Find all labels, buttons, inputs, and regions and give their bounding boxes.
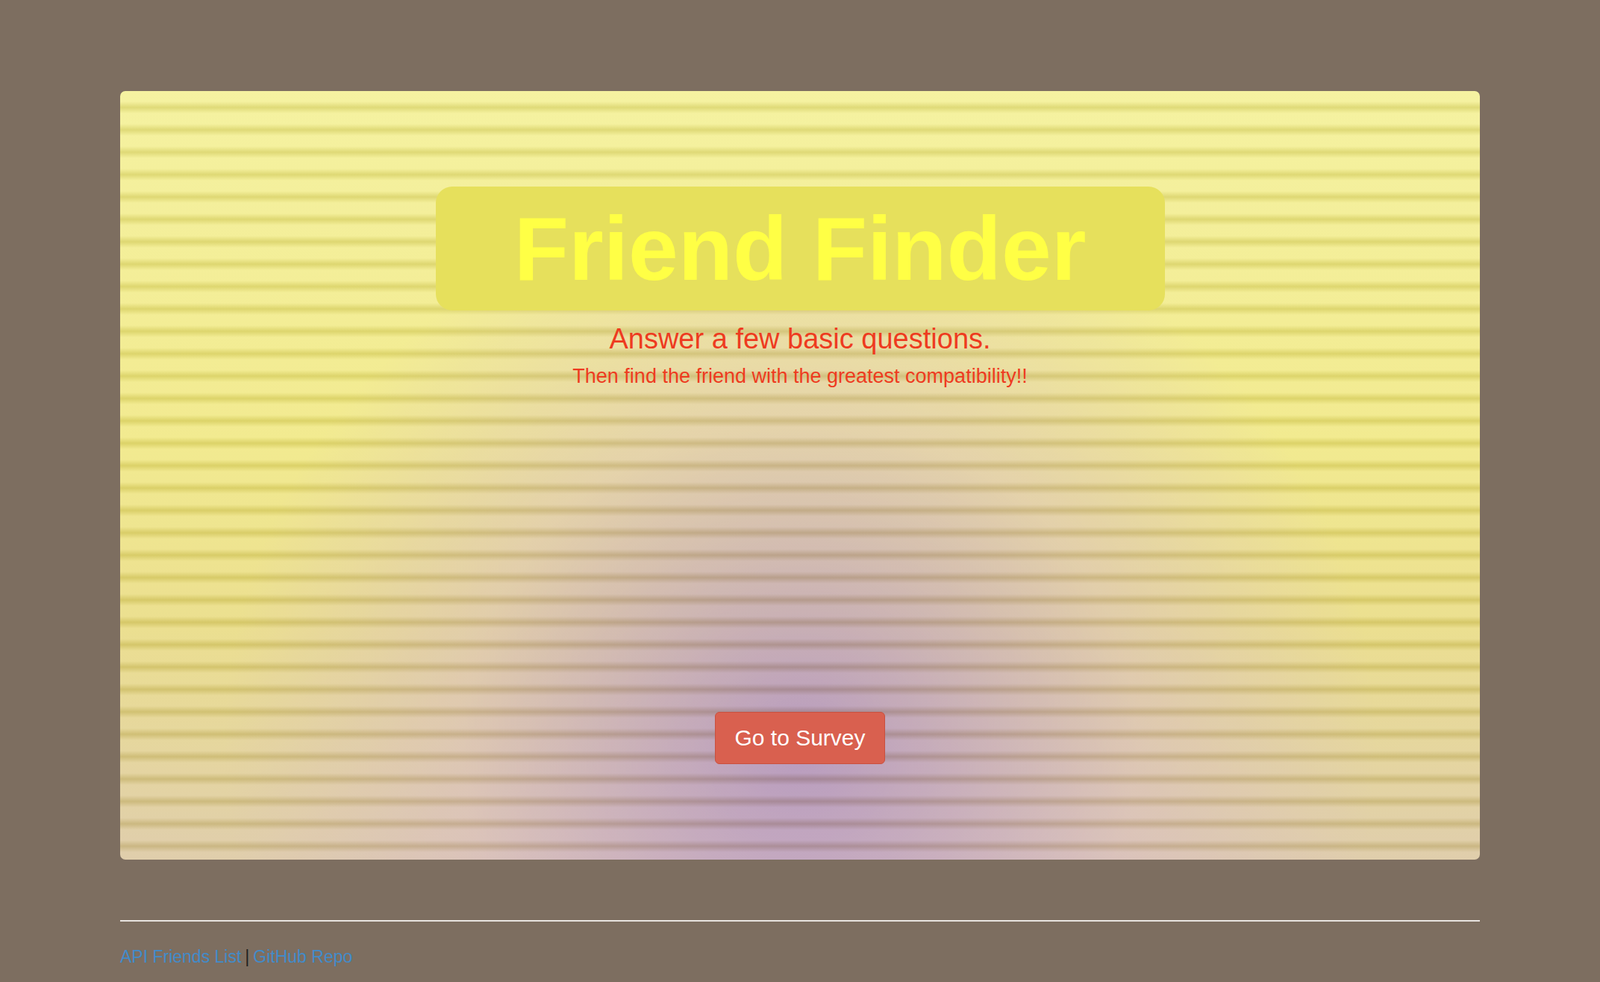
container: Friend Finder Answer a few basic question… bbox=[120, 91, 1480, 968]
hero-photo: Friend Finder Answer a few basic question… bbox=[120, 91, 1480, 860]
footer-link[interactable]: GitHub Repo bbox=[252, 947, 353, 968]
title: Friend Finder bbox=[514, 199, 1087, 298]
footer-separator: | bbox=[244, 947, 250, 968]
subtitle: Answer a few basic questions. bbox=[608, 320, 991, 358]
footer-rule bbox=[120, 920, 1480, 922]
footer: API Friends List|GitHub Repo bbox=[120, 947, 1480, 968]
page: Friend Finder Answer a few basic question… bbox=[0, 0, 1600, 982]
title-box: Friend Finder bbox=[435, 186, 1165, 311]
footer-link[interactable]: API Friends List bbox=[120, 947, 242, 968]
survey-button[interactable]: Go to Survey bbox=[714, 711, 886, 765]
tagline: Then find the friend with the greatest c… bbox=[572, 363, 1027, 390]
